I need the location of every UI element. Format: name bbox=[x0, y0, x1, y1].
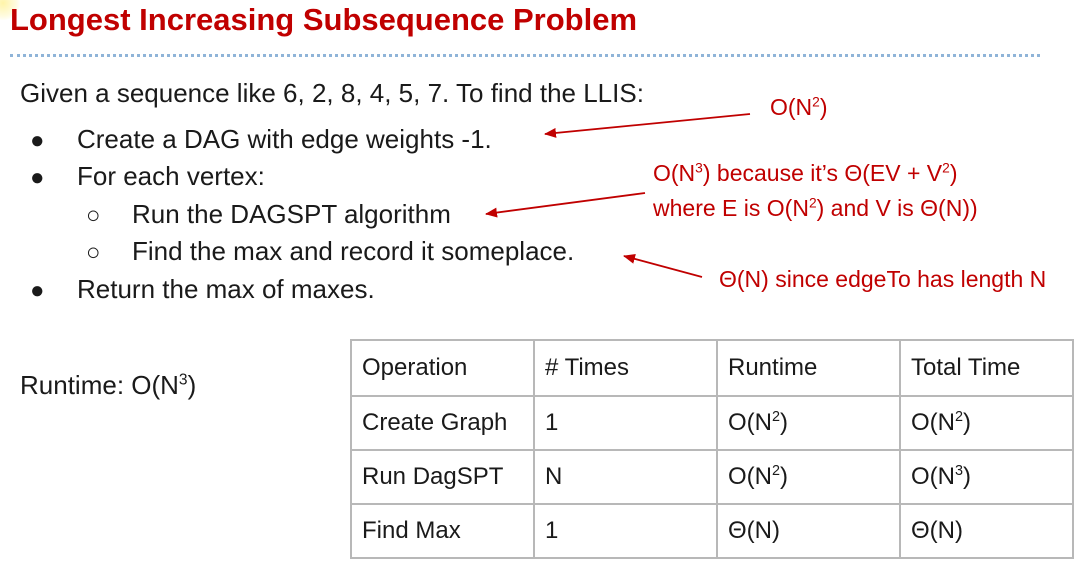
cell-total-time: O(N3) bbox=[899, 449, 1074, 505]
cell-times: 1 bbox=[533, 395, 718, 451]
header-runtime: Runtime bbox=[716, 339, 901, 397]
header-times: # Times bbox=[533, 339, 718, 397]
cell-operation: Run DagSPT bbox=[350, 449, 535, 505]
arrow-to-find-max bbox=[623, 254, 703, 278]
runtime-table: Operation # Times Runtime Total Time Cre… bbox=[350, 339, 1074, 559]
table-header-row: Operation # Times Runtime Total Time bbox=[350, 339, 1074, 397]
cell-times: N bbox=[533, 449, 718, 505]
header-operation: Operation bbox=[350, 339, 535, 397]
table-row: Create Graph 1 O(N2) O(N2) bbox=[350, 395, 1074, 451]
cell-runtime: O(N2) bbox=[716, 395, 901, 451]
runtime-summary: Runtime: O(N3) bbox=[20, 370, 197, 400]
cell-runtime: O(N2) bbox=[716, 449, 901, 505]
arrow-to-run-dagspt bbox=[485, 192, 646, 218]
table-row: Find Max 1 Θ(N) Θ(N) bbox=[350, 503, 1074, 559]
cell-total-time: Θ(N) bbox=[899, 503, 1074, 559]
cell-operation: Find Max bbox=[350, 503, 535, 559]
cell-total-time: O(N2) bbox=[899, 395, 1074, 451]
cell-times: 1 bbox=[533, 503, 718, 559]
header-total-time: Total Time bbox=[899, 339, 1074, 397]
arrow-to-create-dag bbox=[544, 113, 751, 138]
table-row: Run DagSPT N O(N2) O(N3) bbox=[350, 449, 1074, 505]
cell-runtime: Θ(N) bbox=[716, 503, 901, 559]
cell-operation: Create Graph bbox=[350, 395, 535, 451]
